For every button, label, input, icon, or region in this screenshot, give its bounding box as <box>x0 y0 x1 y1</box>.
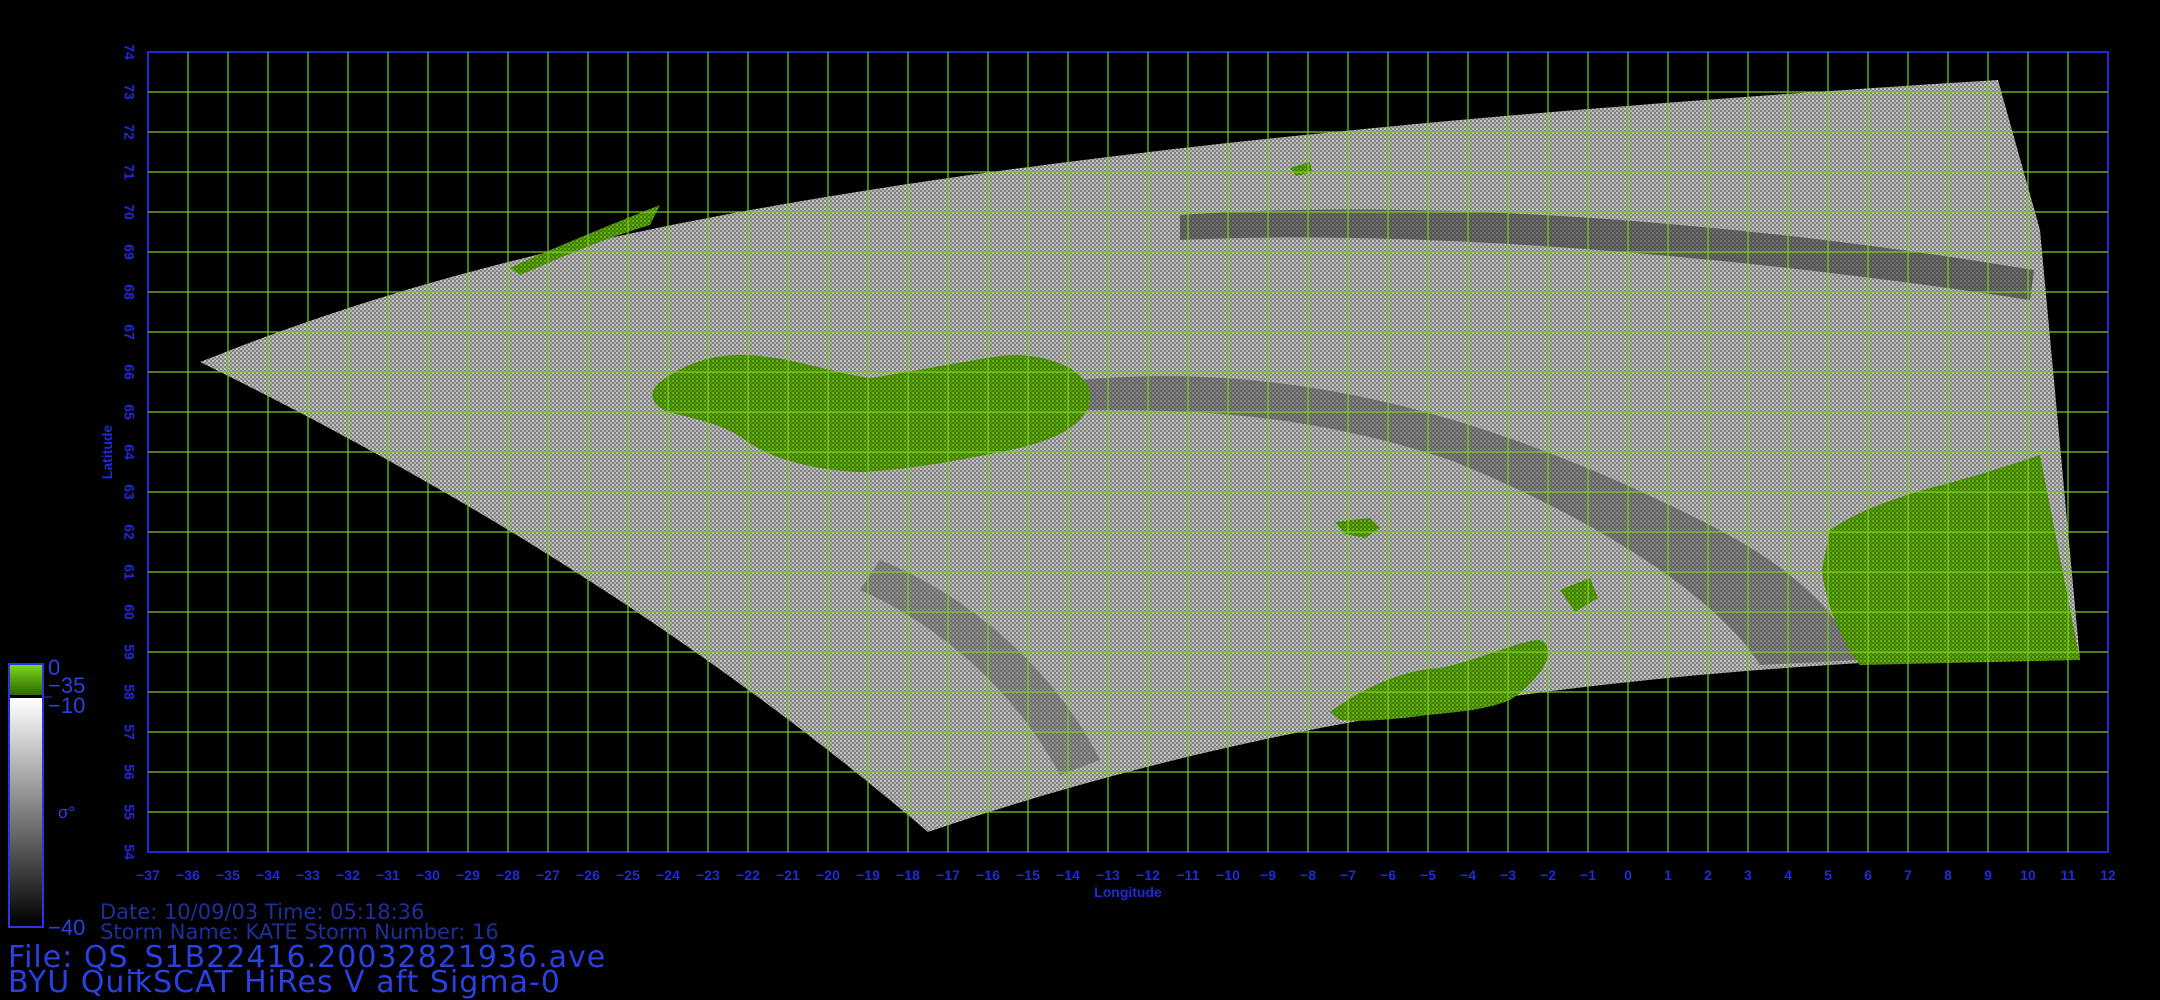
longitude-tick-label: −27 <box>536 867 560 883</box>
longitude-tick-label: 6 <box>1864 867 1872 883</box>
latitude-tick-label: 58 <box>121 684 137 700</box>
latitude-tick-label: 65 <box>121 404 137 420</box>
longitude-tick-label: −30 <box>416 867 440 883</box>
longitude-tick-label: −37 <box>136 867 160 883</box>
longitude-tick-label: −1 <box>1580 867 1596 883</box>
longitude-tick-label: −25 <box>616 867 640 883</box>
colorbar-label-mid: −10 <box>48 693 85 718</box>
longitude-tick-label: −36 <box>176 867 200 883</box>
longitude-tick-label: 4 <box>1784 867 1792 883</box>
longitude-tick-label: −11 <box>1177 867 1200 883</box>
latitude-tick-label: 63 <box>121 484 137 500</box>
longitude-tick-label: −13 <box>1096 867 1120 883</box>
longitude-tick-label: −7 <box>1340 867 1356 883</box>
longitude-tick-label: 1 <box>1664 867 1672 883</box>
longitude-tick-label: −15 <box>1016 867 1040 883</box>
latitude-ticks: 54 55 56 57 58 59 60 61 62 63 64 65 66 67 68 69 70 71 72 73… <box>121 44 137 860</box>
longitude-tick-label: −21 <box>776 867 800 883</box>
longitude-tick-label: −18 <box>896 867 920 883</box>
longitude-tick-label: −32 <box>336 867 360 883</box>
latitude-tick-label: 74 <box>121 44 137 60</box>
latitude-tick-label: 68 <box>121 284 137 300</box>
longitude-tick-label: 7 <box>1904 867 1912 883</box>
longitude-tick-label: 2 <box>1704 867 1712 883</box>
longitude-tick-label: 5 <box>1824 867 1832 883</box>
longitude-tick-label: −12 <box>1136 867 1160 883</box>
y-axis-label: Latitude <box>99 425 115 480</box>
longitude-tick-label: −33 <box>296 867 320 883</box>
longitude-tick-label: −22 <box>736 867 760 883</box>
latitude-tick-label: 55 <box>121 804 137 820</box>
longitude-tick-label: −19 <box>856 867 880 883</box>
latitude-tick-label: 61 <box>121 564 137 580</box>
latitude-tick-label: 69 <box>121 244 137 260</box>
longitude-tick-label: −23 <box>696 867 720 883</box>
longitude-tick-label: −26 <box>576 867 600 883</box>
scatterometer-map: −37 −36 −35 −34 −33 −32 −31 −30 −29 −28 −27 −26 −25−… <box>8 44 2116 940</box>
longitude-tick-label: 10 <box>2020 867 2036 883</box>
longitude-tick-label: −28 <box>496 867 520 883</box>
longitude-tick-label: −24 <box>656 867 680 883</box>
longitude-tick-label: 3 <box>1744 867 1752 883</box>
product-title-line: BYU QuikSCAT HiRes V aft Sigma-0 <box>8 965 561 1000</box>
graticule <box>148 52 2108 852</box>
longitude-tick-label: −10 <box>1216 867 1240 883</box>
colorbar-green-segment <box>10 665 42 695</box>
latitude-tick-label: 60 <box>121 604 137 620</box>
longitude-tick-label: −6 <box>1380 867 1396 883</box>
latitude-tick-label: 62 <box>121 524 137 540</box>
colorbar-symbol: σ° <box>58 803 75 822</box>
longitude-ticks: −37 −36 −35 −34 −33 −32 −31 −30 −29 −28 −27 −26 −25−… <box>136 867 2116 883</box>
longitude-tick-label: −35 <box>216 867 240 883</box>
latitude-tick-label: 59 <box>121 644 137 660</box>
longitude-tick-label: −29 <box>456 867 480 883</box>
latitude-tick-label: 73 <box>121 84 137 100</box>
latitude-tick-label: 72 <box>121 124 137 140</box>
longitude-tick-label: −14 <box>1056 867 1080 883</box>
longitude-tick-label: 0 <box>1624 867 1632 883</box>
longitude-tick-label: −16 <box>976 867 1000 883</box>
longitude-tick-label: −5 <box>1420 867 1436 883</box>
latitude-tick-label: 54 <box>121 844 137 860</box>
colorbar: 0 −35 −10 σ° −40 <box>8 655 85 940</box>
longitude-tick-label: −31 <box>376 867 400 883</box>
latitude-tick-label: 56 <box>121 764 137 780</box>
latitude-tick-label: 64 <box>121 444 137 460</box>
x-axis-label: Longitude <box>1094 884 1162 900</box>
latitude-tick-label: 70 <box>121 204 137 220</box>
colorbar-label-bottom: −40 <box>48 915 85 940</box>
longitude-tick-label: 9 <box>1984 867 1992 883</box>
longitude-tick-label: −20 <box>816 867 840 883</box>
latitude-tick-label: 57 <box>121 724 137 740</box>
colorbar-gray-segment <box>10 698 42 926</box>
longitude-tick-label: 8 <box>1944 867 1952 883</box>
longitude-tick-label: −3 <box>1500 867 1516 883</box>
longitude-tick-label: 12 <box>2100 867 2116 883</box>
longitude-tick-label: −8 <box>1300 867 1316 883</box>
latitude-tick-label: 67 <box>121 324 137 340</box>
longitude-tick-label: −4 <box>1460 867 1476 883</box>
longitude-tick-label: −9 <box>1260 867 1276 883</box>
latitude-tick-label: 66 <box>121 364 137 380</box>
data-swath <box>200 80 2080 832</box>
latitude-tick-label: 71 <box>121 164 137 180</box>
longitude-tick-label: −34 <box>256 867 280 883</box>
longitude-tick-label: −17 <box>936 867 960 883</box>
longitude-tick-label: −2 <box>1540 867 1556 883</box>
longitude-tick-label: 11 <box>2061 867 2076 883</box>
